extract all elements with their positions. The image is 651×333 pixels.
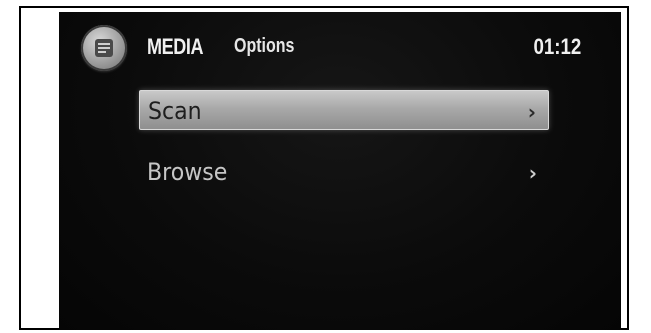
media-options-screen: MEDIA Options 01:12 Scan › Browse › xyxy=(59,12,621,330)
menu-item-browse[interactable]: Browse › xyxy=(139,152,549,192)
chevron-right-icon: › xyxy=(527,100,536,124)
chevron-right-icon: › xyxy=(528,161,537,185)
clock: 01:12 xyxy=(533,34,581,59)
media-glyph-icon xyxy=(95,39,113,57)
media-source-icon[interactable] xyxy=(81,25,127,71)
menu-item-label: Browse xyxy=(147,158,228,186)
header-bar: MEDIA Options 01:12 xyxy=(59,12,621,82)
options-menu: Scan › Browse › xyxy=(139,90,549,214)
screen-title: MEDIA xyxy=(147,34,204,59)
menu-item-label: Scan xyxy=(148,97,202,125)
menu-item-scan[interactable]: Scan › xyxy=(139,90,549,130)
screen-subtitle: Options xyxy=(234,35,295,57)
